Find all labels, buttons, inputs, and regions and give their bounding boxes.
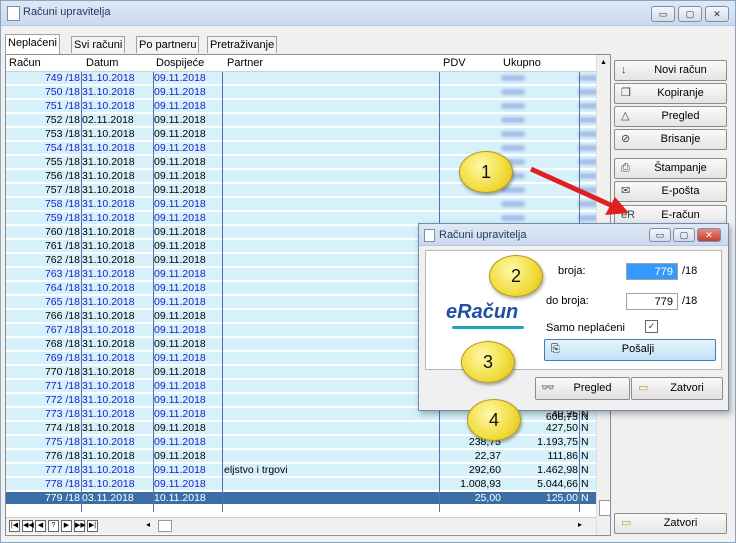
callout-1: 1 (459, 151, 513, 193)
tab-neplaceni[interactable]: Neplaćeni (5, 34, 60, 54)
arrow-line (529, 166, 617, 210)
main-window: Računi upravitelja ▭ ▢ ✕ Neplaćeni Svi r… (0, 0, 736, 543)
annotation-layer (529, 166, 629, 215)
callout-4: 4 (467, 399, 521, 441)
callout-3: 3 (461, 341, 515, 383)
callout-2: 2 (489, 255, 543, 297)
